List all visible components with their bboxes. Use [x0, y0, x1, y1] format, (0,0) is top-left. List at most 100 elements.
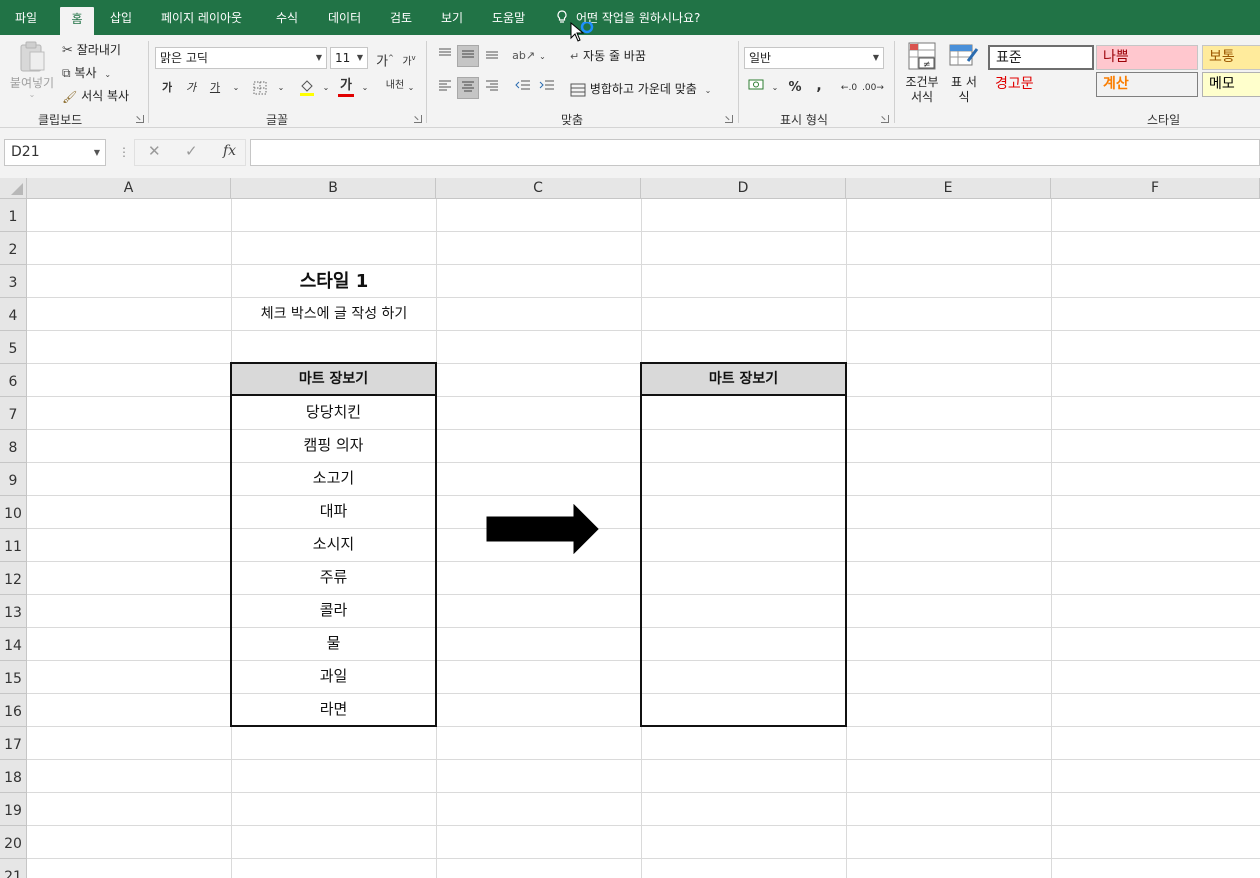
- right-table-item[interactable]: [642, 463, 845, 496]
- currency-dropdown-icon[interactable]: ⌄: [764, 77, 786, 99]
- column-header-a[interactable]: A: [27, 178, 231, 199]
- font-size-select[interactable]: 11 ▼: [330, 47, 368, 69]
- select-all-button[interactable]: [0, 178, 27, 199]
- increase-decimal-button[interactable]: ←.0: [838, 77, 860, 99]
- row-header[interactable]: 14: [0, 628, 27, 661]
- row-header[interactable]: 13: [0, 595, 27, 628]
- enter-checkmark-icon[interactable]: ✓: [185, 142, 198, 160]
- style-note[interactable]: 메모: [1202, 72, 1260, 97]
- left-table-item[interactable]: 과일: [232, 661, 435, 694]
- clipboard-launcher-icon[interactable]: [136, 115, 144, 123]
- row-header[interactable]: 15: [0, 661, 27, 694]
- row-header[interactable]: 20: [0, 826, 27, 859]
- right-table-header[interactable]: 마트 장보기: [642, 364, 845, 396]
- row-header[interactable]: 1: [0, 199, 27, 232]
- underline-button[interactable]: 가: [204, 77, 226, 99]
- percent-button[interactable]: %: [784, 77, 806, 99]
- tab-review[interactable]: 검토: [390, 0, 412, 35]
- row-header[interactable]: 7: [0, 397, 27, 430]
- font-launcher-icon[interactable]: [414, 115, 422, 123]
- number-launcher-icon[interactable]: [881, 115, 889, 123]
- row-header[interactable]: 6: [0, 364, 27, 397]
- formula-input[interactable]: [250, 139, 1260, 166]
- right-table-item[interactable]: [642, 397, 845, 430]
- alignment-launcher-icon[interactable]: [725, 115, 733, 123]
- sheet-title[interactable]: 스타일 1: [232, 265, 436, 298]
- cut-button[interactable]: ✂ 잘라내기: [62, 41, 121, 58]
- fill-color-dropdown-icon[interactable]: ⌄: [315, 77, 337, 99]
- tab-file[interactable]: 파일: [15, 0, 37, 35]
- bold-button[interactable]: 가: [156, 77, 178, 99]
- number-format-select[interactable]: 일반 ▼: [744, 47, 884, 69]
- cancel-icon[interactable]: ✕: [148, 142, 161, 160]
- name-box[interactable]: D21 ▼: [4, 139, 106, 166]
- left-table-item[interactable]: 소고기: [232, 463, 435, 496]
- right-table-item[interactable]: [642, 628, 845, 661]
- column-header-d[interactable]: D: [641, 178, 846, 199]
- right-table-item[interactable]: [642, 562, 845, 595]
- row-header[interactable]: 2: [0, 232, 27, 265]
- align-right-button[interactable]: [481, 77, 503, 99]
- grow-font-button[interactable]: 가^: [374, 47, 396, 69]
- paste-button[interactable]: 붙여넣기 ⌄: [8, 41, 56, 99]
- left-table-item[interactable]: 당당치킨: [232, 397, 435, 430]
- comma-button[interactable]: ,: [808, 75, 830, 97]
- row-header[interactable]: 5: [0, 331, 27, 364]
- style-calculation[interactable]: 계산: [1096, 72, 1198, 97]
- shrink-font-button[interactable]: 가v: [398, 47, 420, 69]
- style-warning[interactable]: 경고문: [988, 72, 1094, 97]
- font-color-dropdown-icon[interactable]: ⌄: [354, 77, 376, 99]
- font-name-select[interactable]: 맑은 고딕 ▼: [155, 47, 327, 69]
- align-top-button[interactable]: [434, 45, 456, 67]
- underline-dropdown-icon[interactable]: ⌄: [225, 77, 247, 99]
- right-table-item[interactable]: [642, 430, 845, 463]
- row-header[interactable]: 19: [0, 793, 27, 826]
- align-center-button[interactable]: [457, 77, 479, 99]
- merge-center-button[interactable]: 병합하고 가운데 맞춤 ⌄: [570, 80, 711, 97]
- tab-insert[interactable]: 삽입: [110, 0, 132, 35]
- borders-dropdown-icon[interactable]: ⌄: [270, 77, 292, 99]
- tab-help[interactable]: 도움말: [492, 0, 525, 35]
- left-table-item[interactable]: 물: [232, 628, 435, 661]
- right-table-item[interactable]: [642, 694, 845, 727]
- row-header[interactable]: 17: [0, 727, 27, 760]
- right-table-item[interactable]: [642, 595, 845, 628]
- column-header-e[interactable]: E: [846, 178, 1051, 199]
- tab-page-layout[interactable]: 페이지 레이아웃: [161, 0, 242, 35]
- row-header[interactable]: 16: [0, 694, 27, 727]
- row-header[interactable]: 4: [0, 298, 27, 331]
- conditional-format-button[interactable]: ≠ 조건부 서식: [902, 41, 942, 105]
- sheet-subtitle[interactable]: 체크 박스에 글 작성 하기: [232, 298, 436, 331]
- align-middle-button[interactable]: [457, 45, 479, 67]
- phonetic-dropdown-icon[interactable]: ⌄: [400, 77, 422, 99]
- tab-home[interactable]: 홈: [60, 7, 94, 35]
- row-header[interactable]: 12: [0, 562, 27, 595]
- left-table-item[interactable]: 라면: [232, 694, 435, 727]
- right-table-item[interactable]: [642, 661, 845, 694]
- row-header[interactable]: 18: [0, 760, 27, 793]
- align-bottom-button[interactable]: [481, 45, 503, 67]
- align-left-button[interactable]: [434, 77, 456, 99]
- left-table-header[interactable]: 마트 장보기: [232, 364, 435, 396]
- tab-view[interactable]: 보기: [441, 0, 463, 35]
- decrease-indent-button[interactable]: [512, 77, 534, 99]
- row-header[interactable]: 9: [0, 463, 27, 496]
- column-header-b[interactable]: B: [231, 178, 436, 199]
- style-normal[interactable]: 표준: [988, 45, 1094, 70]
- row-header[interactable]: 8: [0, 430, 27, 463]
- row-header[interactable]: 11: [0, 529, 27, 562]
- copy-button[interactable]: ⧉ 복사 ⌄: [62, 64, 111, 81]
- tab-formulas[interactable]: 수식: [276, 0, 298, 35]
- row-header[interactable]: 21: [0, 859, 27, 878]
- increase-indent-button[interactable]: [536, 77, 558, 99]
- formula-bar-grip[interactable]: ⋮: [118, 145, 130, 159]
- borders-button[interactable]: [249, 77, 271, 99]
- row-header[interactable]: 3: [0, 265, 27, 298]
- column-header-f[interactable]: F: [1051, 178, 1260, 199]
- right-arrow-shape[interactable]: [486, 504, 600, 554]
- format-as-table-button[interactable]: 표 서식: [946, 41, 982, 105]
- style-bad[interactable]: 나쁨: [1096, 45, 1198, 70]
- right-table-item[interactable]: [642, 529, 845, 562]
- left-table-item[interactable]: 콜라: [232, 595, 435, 628]
- style-neutral[interactable]: 보통: [1202, 45, 1260, 70]
